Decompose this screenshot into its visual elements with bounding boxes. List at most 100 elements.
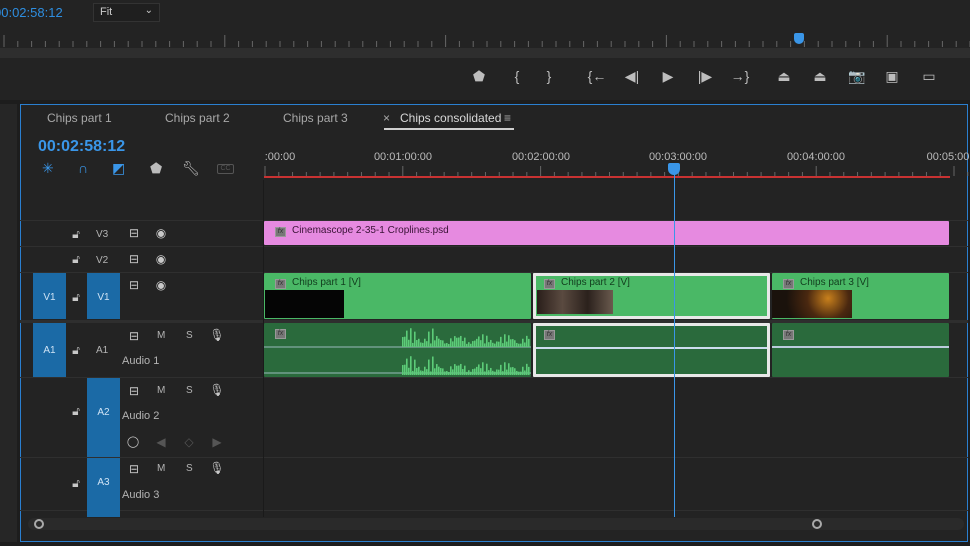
video-clip-chips-part-1[interactable]: fxChips part 1 [V] — [264, 273, 531, 319]
add-marker-icon[interactable]: ⬟ — [150, 160, 162, 177]
track-label-v3[interactable]: V3 — [96, 229, 108, 240]
lock-icon[interactable]: 🔓︎ — [68, 252, 84, 267]
add-keyframe-icon[interactable]: ◇ — [181, 435, 197, 449]
snap-magnet-icon[interactable]: ∩ — [78, 160, 88, 176]
mute-button[interactable]: M — [157, 330, 165, 341]
solo-button[interactable]: S — [186, 330, 193, 341]
timeline-horizontal-scrollbar[interactable] — [28, 518, 964, 530]
step-back-button[interactable]: ◀| — [622, 68, 642, 85]
go-to-out-button[interactable]: →} — [730, 68, 750, 84]
waveform-bar — [492, 371, 494, 375]
next-keyframe-icon[interactable]: ▶ — [209, 435, 225, 449]
lock-icon[interactable]: 🔓︎ — [68, 343, 84, 358]
zoom-select[interactable]: Fit⌄ — [93, 3, 160, 22]
mark-in-button[interactable]: { — [507, 68, 527, 84]
work-area-bar[interactable] — [264, 176, 950, 178]
graphic-clip[interactable]: fxCinemascope 2-35-1 Croplines.psd — [264, 221, 949, 245]
waveform-bar — [480, 340, 482, 347]
mark-out-button[interactable]: } — [539, 68, 559, 84]
lift-button[interactable]: ⏏ — [774, 68, 794, 85]
playhead-line[interactable] — [674, 172, 675, 517]
track-label-v2[interactable]: V2 — [96, 255, 108, 266]
wrench-settings-icon[interactable]: 🔧︎ — [182, 160, 200, 177]
scroll-left-handle[interactable] — [34, 519, 44, 529]
timeline-ruler[interactable] — [264, 166, 970, 176]
lock-icon[interactable]: 🔓︎ — [68, 476, 84, 491]
video-clip-chips-part-3[interactable]: fxChips part 3 [V] — [772, 273, 949, 319]
waveform-bar — [446, 371, 448, 375]
tab-chips-part-2[interactable]: Chips part 2 — [165, 111, 230, 125]
monitor-timecode[interactable]: 00:02:58:12 — [0, 5, 63, 20]
source-patch-a1[interactable]: A1 — [33, 323, 66, 377]
mute-button[interactable]: M — [157, 385, 165, 396]
waveform-bar — [412, 371, 414, 375]
audio-clip-2[interactable]: fx — [533, 323, 770, 377]
eye-icon[interactable]: ◉ — [153, 278, 169, 292]
waveform-bar — [524, 342, 526, 347]
tab-chips-part-3[interactable]: Chips part 3 — [283, 111, 348, 125]
playhead-handle[interactable] — [668, 163, 680, 175]
microphone-icon[interactable]: 🎙︎ — [209, 383, 225, 397]
eye-icon[interactable]: ◉ — [153, 252, 169, 266]
comparison-view-button[interactable]: ▣ — [882, 68, 902, 85]
lock-icon[interactable]: 🔓︎ — [68, 404, 84, 419]
add-marker-button[interactable]: ⬟ — [469, 68, 489, 85]
sync-lock-icon[interactable]: ⊟ — [126, 226, 142, 240]
track-label-a1[interactable]: A1 — [96, 345, 108, 356]
go-to-in-button[interactable]: {← — [587, 68, 607, 84]
step-forward-button[interactable]: |▶ — [695, 68, 715, 85]
microphone-icon[interactable]: 🎙︎ — [209, 461, 225, 475]
lock-icon[interactable]: 🔓︎ — [68, 290, 84, 305]
waveform-bar — [482, 362, 484, 375]
captions-icon[interactable]: CC — [217, 164, 234, 174]
scroll-right-handle[interactable] — [812, 519, 822, 529]
waveform-bar — [430, 371, 432, 375]
timeline-timecode[interactable]: 00:02:58:12 — [38, 138, 125, 156]
track-name-a2[interactable]: Audio 2 — [122, 410, 159, 422]
tab-chips-consolidated[interactable]: Chips consolidated — [400, 111, 501, 125]
monitor-playhead[interactable] — [794, 33, 804, 44]
audio-clip-3[interactable]: fx — [772, 323, 949, 377]
video-clip-chips-part-2[interactable]: fxChips part 2 [V] — [533, 273, 770, 319]
track-target-a2[interactable]: A2 — [87, 378, 120, 457]
solo-button[interactable]: S — [186, 385, 193, 396]
solo-button[interactable]: S — [186, 463, 193, 474]
close-tab-icon[interactable]: × — [383, 111, 390, 125]
waveform-bar — [434, 340, 436, 347]
lock-icon[interactable]: 🔓︎ — [68, 227, 84, 242]
ruler-label: 00:03:00:00 — [649, 151, 707, 163]
nest-sequence-icon[interactable]: ✳ — [42, 160, 54, 177]
audio-clip-1[interactable]: fx — [264, 323, 531, 377]
panel-menu-icon[interactable]: ≡ — [504, 111, 511, 125]
waveform-bar — [498, 342, 500, 347]
sync-lock-icon[interactable]: ⊟ — [126, 278, 142, 292]
source-patch-v1[interactable]: V1 — [33, 273, 66, 319]
sync-lock-icon[interactable]: ⊟ — [126, 252, 142, 266]
tab-chips-part-1[interactable]: Chips part 1 — [47, 111, 112, 125]
waveform-bar — [508, 363, 510, 375]
microphone-icon[interactable]: 🎙︎ — [209, 328, 225, 342]
extract-button[interactable]: ⏏ — [810, 68, 830, 85]
zoom-select-value: Fit — [100, 6, 112, 18]
waveform-bar — [476, 339, 478, 347]
settings-button[interactable]: ▭ — [919, 68, 939, 85]
track-name-a1[interactable]: Audio 1 — [122, 355, 159, 367]
export-frame-button[interactable]: 📷 — [847, 68, 867, 85]
waveform-bar — [464, 338, 466, 347]
waveform-bar — [448, 344, 450, 347]
mute-button[interactable]: M — [157, 463, 165, 474]
track-name-a3[interactable]: Audio 3 — [122, 489, 159, 501]
previous-keyframe-icon[interactable]: ◀ — [153, 435, 169, 449]
play-button[interactable]: ▶ — [658, 68, 678, 85]
linked-selection-icon[interactable]: ◩ — [112, 160, 125, 177]
monitor-scrollbar[interactable] — [0, 48, 970, 58]
sync-lock-icon[interactable]: ⊟ — [126, 384, 142, 398]
keyframe-toggle-icon[interactable]: ◯ — [125, 435, 141, 448]
track-target-a3[interactable]: A3 — [87, 458, 120, 517]
monitor-time-ruler[interactable] — [0, 32, 970, 48]
waveform-bar — [420, 342, 422, 347]
track-target-v1[interactable]: V1 — [87, 273, 120, 319]
eye-icon[interactable]: ◉ — [153, 226, 169, 240]
sync-lock-icon[interactable]: ⊟ — [126, 329, 142, 343]
sync-lock-icon[interactable]: ⊟ — [126, 462, 142, 476]
